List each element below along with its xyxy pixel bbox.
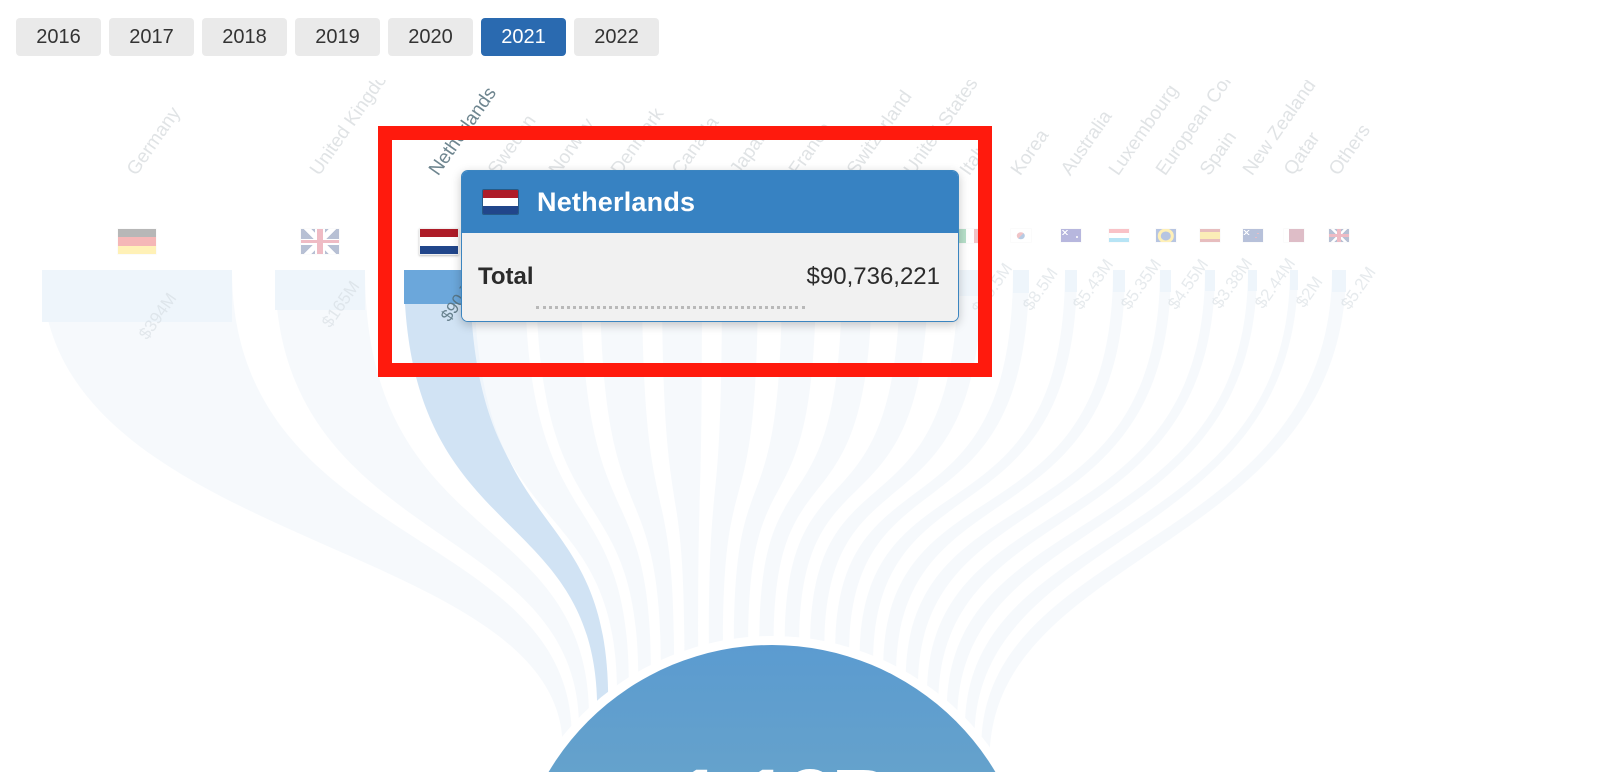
- center-amount-value: 1.13B: [676, 752, 892, 772]
- country-bar[interactable]: [1160, 270, 1171, 292]
- year-button-2017[interactable]: 2017: [109, 18, 194, 56]
- european-commission-flag: [1155, 228, 1177, 243]
- luxembourg-flag: [1108, 228, 1130, 243]
- country-bar[interactable]: [1065, 270, 1077, 292]
- country-bar[interactable]: [1013, 270, 1029, 293]
- korea-flag: [1010, 228, 1032, 243]
- year-button-2018[interactable]: 2018: [202, 18, 287, 56]
- year-button-2019[interactable]: 2019: [295, 18, 380, 56]
- country-tooltip: Netherlands Total $90,736,221: [461, 170, 959, 322]
- netherlands-flag: [419, 228, 459, 255]
- australia-flag: [1060, 228, 1082, 243]
- qatar-flag: [1283, 228, 1305, 243]
- country-bar[interactable]: [42, 270, 232, 322]
- country-bar[interactable]: [1332, 270, 1346, 292]
- country-bar[interactable]: [1248, 270, 1257, 291]
- germany-flag: [117, 228, 157, 255]
- country-bar[interactable]: [1113, 270, 1125, 292]
- tooltip-row-value: $90,736,221: [806, 263, 940, 290]
- netherlands-flag-icon: [482, 189, 519, 215]
- tooltip-country-name: Netherlands: [537, 186, 696, 217]
- spain-flag: [1199, 228, 1221, 243]
- center-total-amount: $1.13B: [512, 757, 1032, 772]
- italy-flag: [958, 228, 982, 244]
- year-button-2021[interactable]: 2021: [481, 18, 566, 56]
- new-zealand-flag: [1242, 228, 1264, 243]
- tooltip-leader-dots: [535, 296, 805, 309]
- year-button-2022[interactable]: 2022: [574, 18, 659, 56]
- year-button-2016[interactable]: 2016: [16, 18, 101, 56]
- united-kingdom-flag: [300, 228, 340, 255]
- tooltip-header: Netherlands: [462, 171, 958, 233]
- ribbon-japan[interactable]: [708, 270, 758, 651]
- tooltip-row-label: Total: [478, 263, 534, 290]
- tooltip-body: Total $90,736,221: [462, 233, 958, 321]
- year-selector: 2016 2017 2018 2019 2020 2021 2022: [16, 18, 659, 56]
- country-bar[interactable]: [1290, 270, 1298, 290]
- country-bar[interactable]: [1205, 270, 1215, 291]
- year-button-2020[interactable]: 2020: [388, 18, 473, 56]
- others-flag: [1328, 228, 1350, 243]
- screenshot-root: 2016 2017 2018 2019 2020 2021 2022 Germany $394…: [0, 0, 1600, 772]
